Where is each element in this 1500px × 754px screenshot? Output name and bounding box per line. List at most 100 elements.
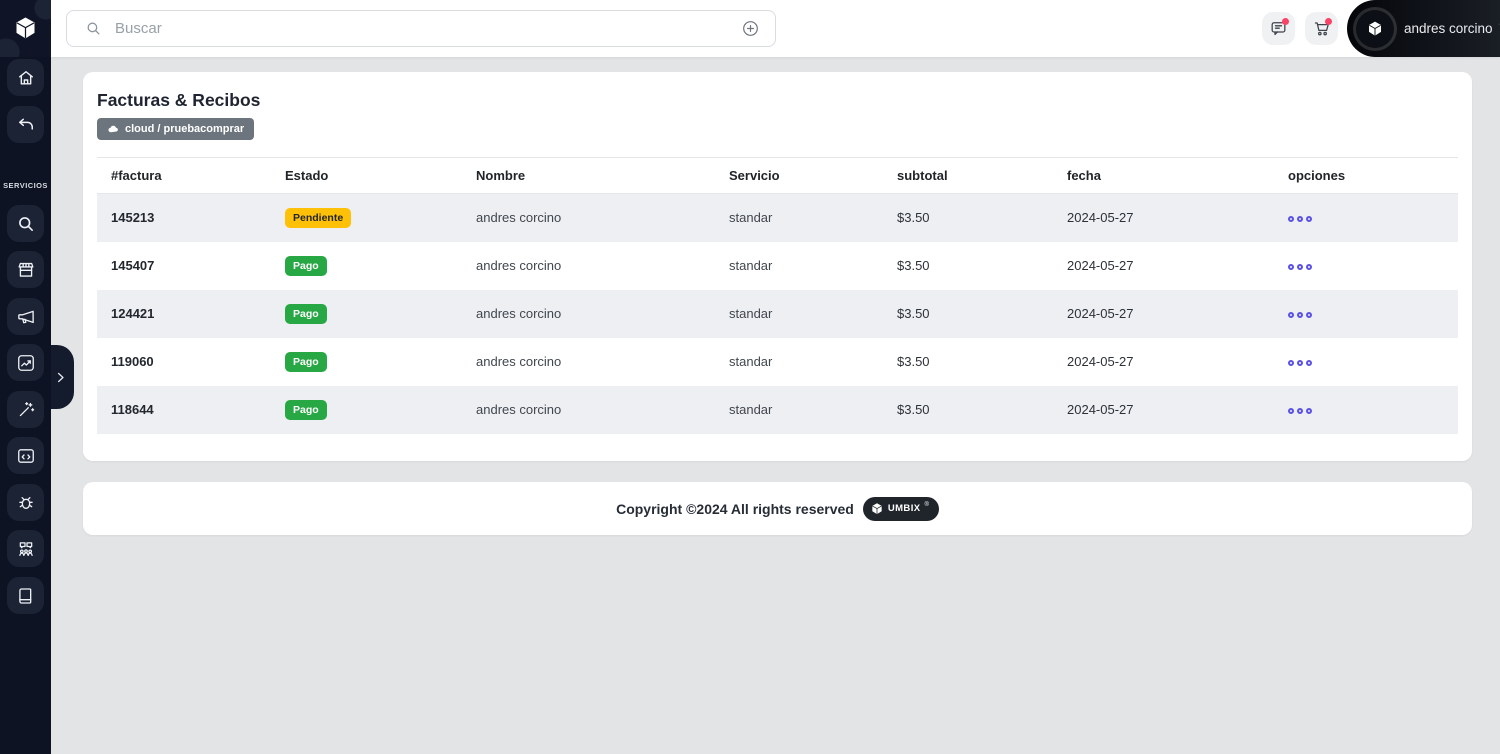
invoice-number: 145407 [111, 258, 155, 273]
status-badge: Pago [285, 351, 327, 372]
page-title: Facturas & Recibos [97, 90, 261, 110]
invoice-date: 2024-05-27 [1067, 354, 1134, 369]
app-logo[interactable] [0, 0, 51, 57]
invoice-number: 118644 [111, 402, 154, 417]
column-header-opciones: opciones [1274, 157, 1458, 194]
invoices-table: #factura Estado Nombre Servicio subtotal… [97, 157, 1458, 434]
chevron-right-icon [54, 371, 67, 384]
invoice-number: 124421 [111, 306, 155, 321]
search-icon [16, 214, 36, 234]
breadcrumb-badge: cloud / pruebacomprar [97, 118, 255, 140]
search-input[interactable] [115, 20, 741, 37]
invoice-service: standar [729, 210, 773, 226]
sidebar-item-announcements[interactable] [7, 298, 44, 335]
bug-icon [16, 493, 36, 513]
status-badge: Pago [285, 255, 327, 276]
row-options-button[interactable] [1288, 310, 1312, 320]
footer: Copyright ©2024 All rights reserved UMBI… [83, 482, 1472, 535]
topbar: andres corcino [51, 0, 1500, 57]
undo-icon [16, 115, 36, 135]
registered-mark: ® [924, 501, 929, 508]
table-header-row: #factura Estado Nombre Servicio subtotal… [97, 157, 1458, 194]
column-header-nombre: Nombre [462, 157, 715, 194]
cube-logo-icon [12, 15, 39, 42]
plus-circle-icon[interactable] [741, 19, 760, 38]
messages-button[interactable] [1262, 12, 1295, 45]
sidebar-item-developer[interactable] [7, 437, 44, 474]
table-row: 118644 Pago andres corcino standar $3.50… [97, 385, 1458, 434]
invoice-service: standar [729, 354, 773, 369]
sidebar-section-label: SERVICIOS [3, 181, 48, 190]
megaphone-icon [16, 307, 36, 327]
sidebar-item-community[interactable] [7, 530, 44, 567]
invoice-service: standar [729, 306, 773, 321]
sidebar-item-docs[interactable] [7, 577, 44, 614]
column-header-subtotal: subtotal [883, 157, 1053, 194]
column-header-estado: Estado [271, 157, 462, 194]
row-options-button[interactable] [1288, 358, 1312, 368]
invoices-card: Facturas & Recibos cloud / pruebacomprar… [83, 72, 1472, 461]
invoice-name: andres corcino [476, 258, 562, 273]
invoice-date: 2024-05-27 [1067, 402, 1134, 417]
sidebar: SERVICIOS [0, 0, 51, 754]
sidebar-item-store[interactable] [7, 251, 44, 288]
notification-dot [1325, 18, 1332, 25]
column-header-servicio: Servicio [715, 157, 883, 194]
invoice-name: andres corcino [476, 306, 562, 321]
sidebar-item-back[interactable] [7, 106, 44, 143]
invoice-name: andres corcino [476, 354, 562, 369]
sidebar-item-tools[interactable] [7, 391, 44, 428]
invoice-service: standar [729, 402, 773, 417]
user-name: andres corcino [1404, 21, 1493, 36]
invoice-subtotal: $3.50 [897, 210, 930, 226]
sidebar-item-search[interactable] [7, 205, 44, 242]
invoice-date: 2024-05-27 [1067, 210, 1134, 226]
invoice-subtotal: $3.50 [897, 402, 930, 417]
community-icon [16, 539, 36, 559]
invoice-number: 145213 [111, 210, 155, 226]
search-icon [85, 20, 102, 37]
table-row: 119060 Pago andres corcino standar $3.50… [97, 338, 1458, 386]
cube-logo-icon [1366, 20, 1384, 38]
invoice-service: standar [729, 258, 773, 273]
sidebar-item-home[interactable] [7, 59, 44, 96]
invoice-date: 2024-05-27 [1067, 306, 1134, 321]
status-badge: Pendiente [285, 207, 352, 228]
invoice-subtotal: $3.50 [897, 354, 930, 369]
row-options-button[interactable] [1288, 262, 1312, 272]
column-header-factura: #factura [97, 157, 271, 194]
invoice-subtotal: $3.50 [897, 258, 930, 273]
home-icon [16, 68, 36, 88]
invoice-subtotal: $3.50 [897, 306, 930, 321]
brand-logo[interactable]: UMBIX ® [862, 496, 939, 521]
invoice-number: 119060 [111, 354, 154, 369]
cube-logo-icon [870, 502, 884, 516]
avatar [1356, 9, 1394, 48]
breadcrumb-label: cloud / pruebacomprar [125, 123, 245, 135]
magic-wand-icon [16, 400, 36, 420]
table-row: 145213 Pendiente andres corcino standar … [97, 193, 1458, 242]
column-header-fecha: fecha [1053, 157, 1274, 194]
table-row: 145407 Pago andres corcino standar $3.50… [97, 242, 1458, 290]
book-icon [16, 586, 36, 606]
sidebar-item-bug-reports[interactable] [7, 484, 44, 521]
notification-dot [1282, 18, 1289, 25]
copyright-text: Copyright ©2024 All rights reserved [616, 500, 854, 517]
status-badge: Pago [285, 399, 327, 420]
store-icon [16, 260, 36, 280]
row-options-button[interactable] [1288, 406, 1312, 416]
invoice-name: andres corcino [476, 402, 562, 417]
table-row: 124421 Pago andres corcino standar $3.50… [97, 289, 1458, 338]
chart-icon [16, 353, 36, 373]
search-bar [66, 10, 776, 47]
cloud-icon [107, 123, 120, 136]
status-badge: Pago [285, 303, 327, 324]
sidebar-item-analytics[interactable] [7, 344, 44, 381]
brand-name: UMBIX [887, 503, 921, 514]
user-menu[interactable]: andres corcino [1347, 0, 1500, 57]
row-options-button[interactable] [1288, 214, 1312, 224]
invoice-date: 2024-05-27 [1067, 258, 1134, 273]
code-window-icon [16, 446, 36, 466]
cart-button[interactable] [1305, 12, 1338, 45]
invoice-name: andres corcino [476, 210, 562, 226]
